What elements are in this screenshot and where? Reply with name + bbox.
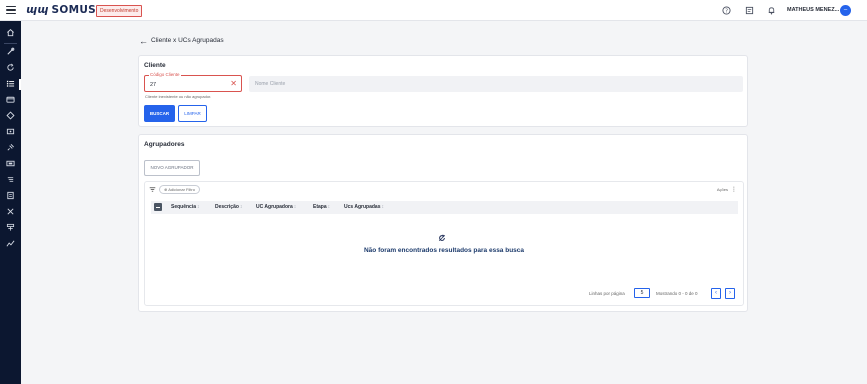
- codigo-cliente-label: Código Cliente: [149, 72, 181, 77]
- home-icon[interactable]: [5, 28, 16, 39]
- nome-cliente-placeholder: Nome Cliente: [255, 81, 286, 87]
- environment-badge: Desenvolvimento: [96, 5, 143, 17]
- column-header[interactable]: Sequência↕: [171, 204, 200, 210]
- add-filter-button[interactable]: ⊕ Adicionar Filtro: [159, 185, 200, 194]
- card-icon[interactable]: [5, 95, 16, 106]
- wrench-icon[interactable]: [5, 207, 16, 218]
- codigo-cliente-error: Cliente inexistente ou não agrupador.: [145, 94, 212, 99]
- codigo-cliente-value[interactable]: 27: [150, 82, 156, 88]
- logo: ɰɰ SOMUS.: [26, 4, 101, 16]
- no-results-icon: [438, 234, 446, 244]
- circle-icon[interactable]: [5, 111, 16, 122]
- sort-icon[interactable]: ↕: [328, 204, 331, 210]
- limpar-button[interactable]: LIMPAR: [178, 105, 207, 122]
- user-name[interactable]: MATHEUS MENEZ...: [787, 7, 839, 13]
- rows-per-page-select[interactable]: 5: [634, 288, 650, 298]
- cliente-card: Cliente Código Cliente 27 ✕ Cliente inex…: [138, 55, 748, 127]
- prev-page-button[interactable]: ‹: [711, 288, 721, 299]
- sort-icon[interactable]: ↕: [382, 204, 385, 210]
- data-grid: ⊕ Adicionar Filtro Ações ⋮ Sequência↕ Des…: [144, 181, 744, 306]
- nome-cliente-field[interactable]: Nome Cliente: [249, 76, 743, 92]
- sort-icon[interactable]: [5, 175, 16, 186]
- column-header[interactable]: Ucs Agrupadas↕: [344, 204, 384, 210]
- tag-icon[interactable]: [5, 127, 16, 138]
- codigo-cliente-field[interactable]: Código Cliente 27 ✕: [144, 72, 242, 92]
- next-page-button[interactable]: ›: [725, 288, 735, 299]
- help-icon[interactable]: ?: [722, 6, 731, 15]
- table-header: Sequência↕ Descrição↕ UC Agrupadora↕ Eta…: [151, 201, 738, 214]
- bell-icon[interactable]: [767, 6, 776, 15]
- agrupadores-card: Agrupadores NOVO AGRUPADOR ⊕ Adicionar F…: [138, 134, 748, 312]
- buscar-button[interactable]: BUSCAR: [144, 105, 175, 122]
- sidebar-active-indicator: [19, 79, 21, 90]
- sort-icon[interactable]: ↕: [197, 204, 200, 210]
- sidebar: [0, 21, 21, 384]
- ticket-icon[interactable]: [5, 159, 16, 170]
- more-vertical-icon[interactable]: ⋮: [731, 187, 737, 193]
- svg-text:?: ?: [725, 8, 728, 14]
- avatar[interactable]: –: [840, 5, 851, 16]
- acoes-label: Ações: [716, 187, 728, 192]
- column-header[interactable]: UC Agrupadora↕: [256, 204, 296, 210]
- reports-icon[interactable]: [745, 6, 754, 15]
- novo-agrupador-button[interactable]: NOVO AGRUPADOR: [144, 160, 200, 176]
- column-header[interactable]: Etapa↕: [313, 204, 330, 210]
- rows-per-page-label: Linhas por página: [589, 291, 625, 296]
- cliente-title: Cliente: [144, 62, 166, 69]
- showing-label: Mostrando 0 - 0 de 0: [656, 291, 698, 296]
- empty-state-message: Não foram encontrados resultados para es…: [363, 247, 525, 254]
- list-icon[interactable]: [5, 79, 16, 90]
- agrupadores-title: Agrupadores: [144, 141, 185, 148]
- filter-icon[interactable]: [149, 186, 156, 195]
- sort-icon[interactable]: ↕: [240, 204, 243, 210]
- select-all-checkbox[interactable]: [154, 203, 162, 211]
- plug-icon[interactable]: [5, 143, 16, 154]
- clear-icon[interactable]: ✕: [230, 79, 237, 89]
- top-bar: ɰɰ SOMUS. Desenvolvimento ? MATHEUS MENEZ…: [0, 0, 867, 21]
- menu-icon[interactable]: [6, 6, 16, 15]
- document-icon[interactable]: [5, 191, 16, 202]
- back-arrow-icon[interactable]: ←: [139, 36, 148, 46]
- pagination: Linhas por página 5 Mostrando 0 - 0 de 0…: [589, 288, 739, 300]
- column-header[interactable]: Descrição↕: [215, 204, 242, 210]
- acoes-menu[interactable]: Ações ⋮: [717, 186, 737, 193]
- sidebar-divider: [4, 43, 17, 44]
- hierarchy-icon[interactable]: [5, 223, 16, 234]
- refresh-icon[interactable]: [5, 63, 16, 74]
- page-title: Cliente x UCs Agrupadas: [151, 37, 224, 44]
- trend-icon[interactable]: [5, 239, 16, 250]
- sort-icon[interactable]: ↕: [294, 204, 297, 210]
- tools-icon[interactable]: [5, 47, 16, 58]
